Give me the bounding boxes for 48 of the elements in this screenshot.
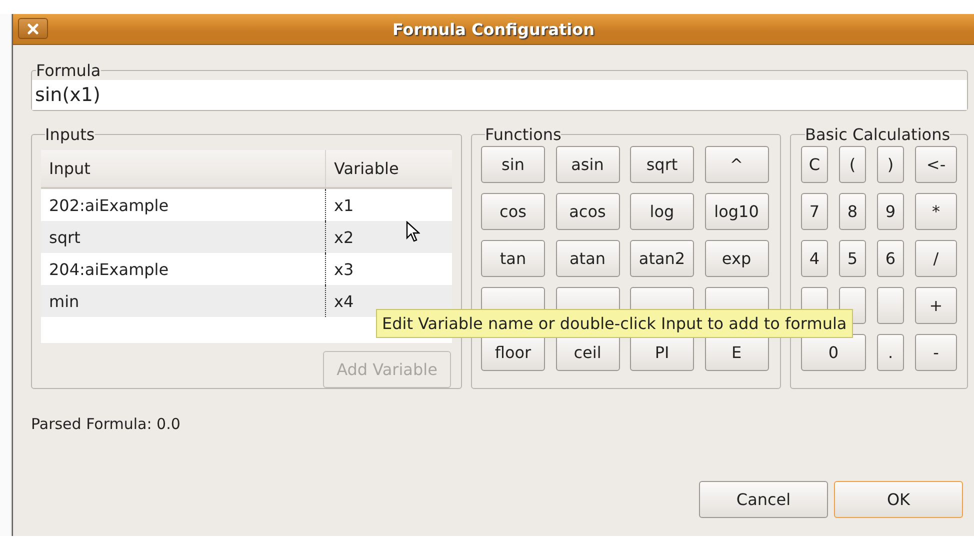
tooltip: Edit Variable name or double-click Input to add to formula: [376, 309, 853, 338]
group-label: Formula: [36, 61, 101, 80]
function-button[interactable]: ^: [704, 146, 768, 183]
close-button[interactable]: [18, 18, 48, 39]
column-header[interactable]: Variable: [326, 150, 452, 188]
calculator-key[interactable]: 5: [839, 240, 866, 277]
dialog-button[interactable]: OK: [834, 481, 963, 518]
table-cell: x2: [326, 221, 452, 253]
formula-field[interactable]: sin(x1): [32, 80, 967, 110]
parsed-formula: Parsed Formula: 0.0: [31, 415, 182, 433]
calculator-key[interactable]: +: [915, 287, 957, 324]
column-header[interactable]: Input: [41, 150, 326, 188]
table-cell: sqrt: [41, 221, 326, 253]
cursor-icon: [406, 221, 420, 243]
group-label: Functions: [485, 125, 562, 144]
calculator-key[interactable]: 4: [801, 240, 828, 277]
group-label: Inputs: [45, 125, 95, 144]
function-button[interactable]: atan: [556, 240, 620, 277]
calculator-key[interactable]: .: [877, 334, 904, 371]
calculator-key[interactable]: 6: [877, 240, 904, 277]
calculator-key[interactable]: 8: [839, 193, 866, 230]
table-cell: x3: [326, 253, 452, 285]
dialog-button[interactable]: Cancel: [699, 481, 828, 518]
table-cell: x1: [326, 188, 452, 221]
calculator-key[interactable]: *: [915, 193, 957, 230]
function-button[interactable]: atan2: [630, 240, 694, 277]
group-label: Basic Calculations: [805, 125, 950, 144]
function-button[interactable]: sin: [481, 146, 545, 183]
function-button[interactable]: cos: [481, 193, 545, 230]
function-button[interactable]: sqrt: [630, 146, 694, 183]
table-cell: min: [41, 285, 326, 317]
calculator-key[interactable]: -: [915, 334, 957, 371]
calculator-key[interactable]: ): [877, 146, 904, 183]
calculator-key[interactable]: /: [915, 240, 957, 277]
window-title: Formula Configuration: [392, 20, 595, 38]
calculator-key[interactable]: (: [839, 146, 866, 183]
calculator-key[interactable]: 0: [801, 334, 866, 371]
function-button[interactable]: tan: [481, 240, 545, 277]
calculator-key[interactable]: C: [801, 146, 828, 183]
calculator-key[interactable]: <-: [915, 146, 957, 183]
function-button[interactable]: log: [630, 193, 694, 230]
calculator-key[interactable]: 9: [877, 193, 904, 230]
function-button[interactable]: exp: [704, 240, 768, 277]
calculator-key[interactable]: 7: [801, 193, 828, 230]
function-button[interactable]: asin: [556, 146, 620, 183]
function-button[interactable]: log10: [704, 193, 768, 230]
function-button[interactable]: acos: [556, 193, 620, 230]
close-icon: [27, 22, 39, 34]
